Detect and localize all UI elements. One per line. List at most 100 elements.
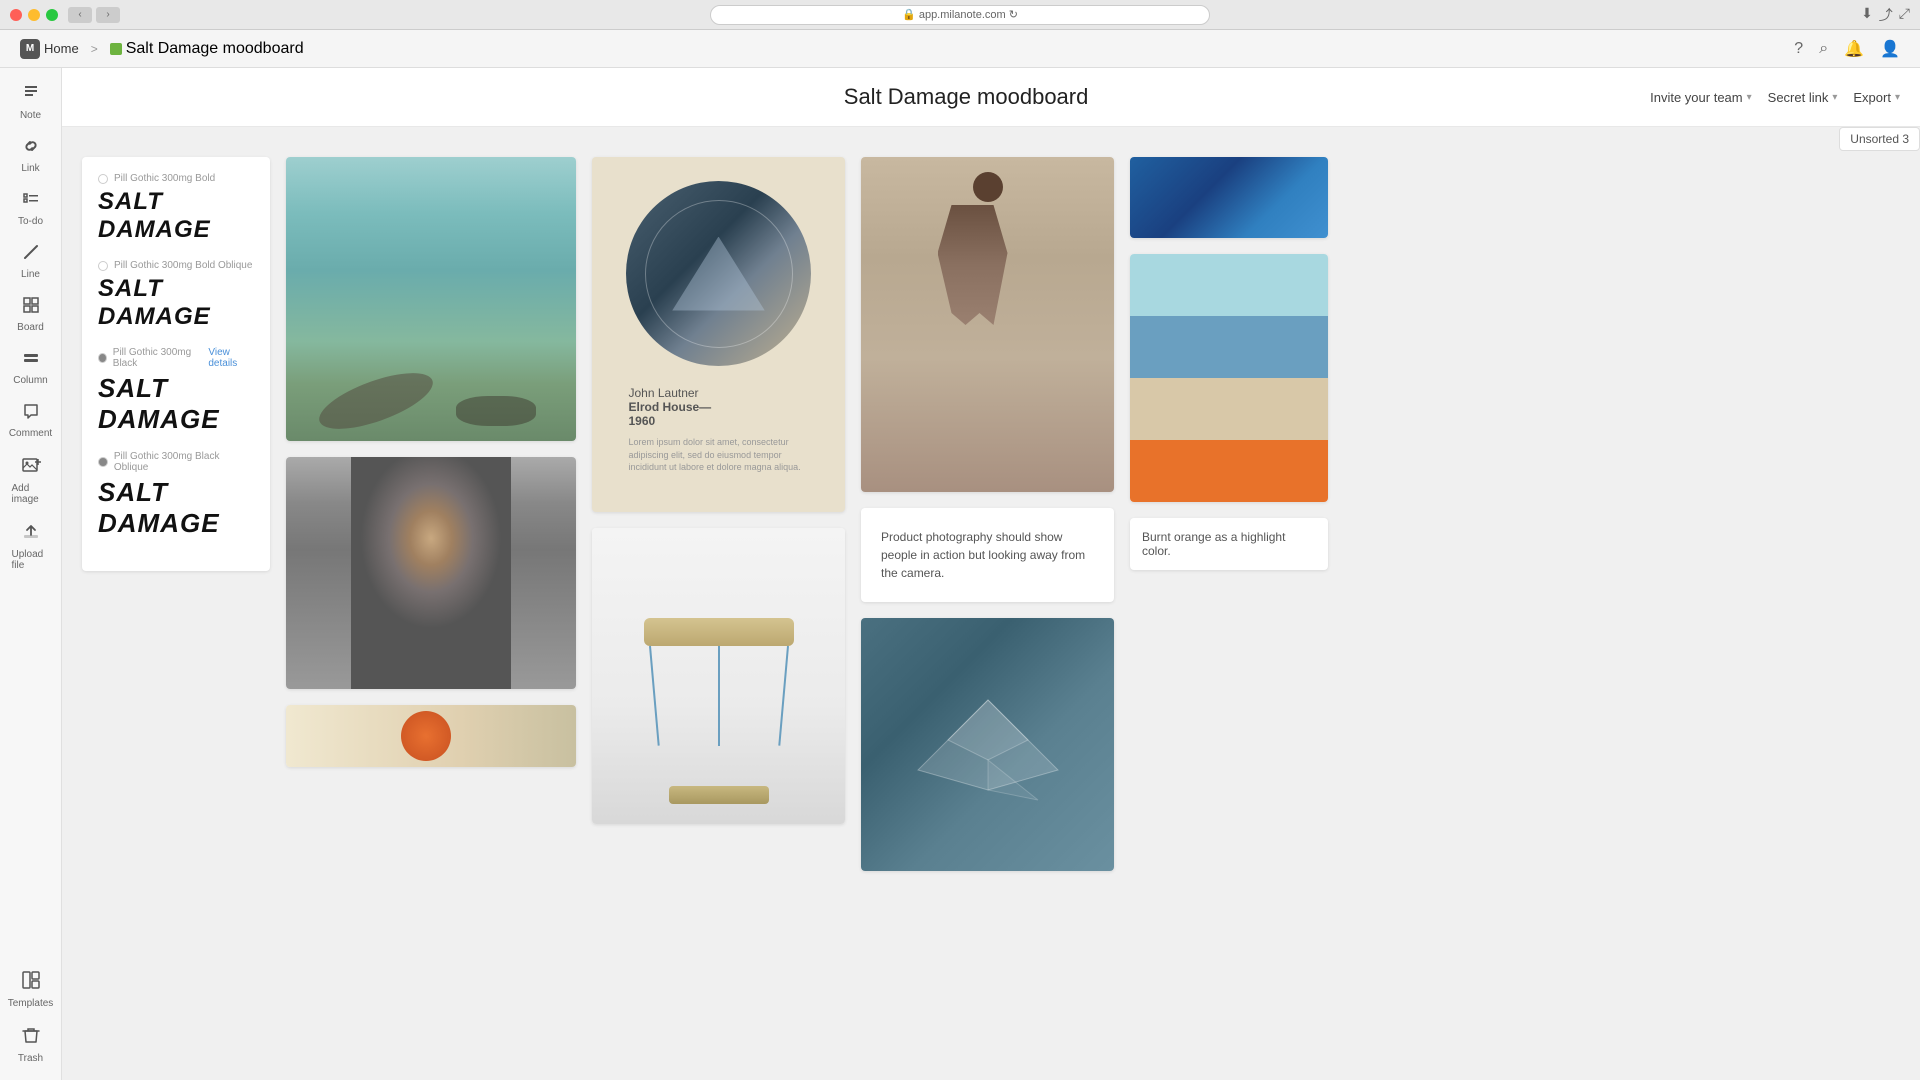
typo-black-oblique-row: Pill Gothic 300mg Black Oblique SALT DAM… bbox=[98, 451, 254, 539]
furniture-leg-1 bbox=[649, 646, 660, 746]
page-title: Salt Damage moodboard bbox=[282, 84, 1650, 110]
poster-name: John Lautner bbox=[629, 386, 809, 400]
typo-bold-oblique-text: SALT DAMAGE bbox=[98, 275, 254, 331]
view-details-link[interactable]: View details bbox=[208, 347, 254, 369]
board-label: Board bbox=[17, 322, 44, 333]
sidebar-item-comment[interactable]: Comment bbox=[4, 396, 58, 445]
download-icon[interactable]: ⬇ bbox=[1861, 5, 1873, 25]
sidebar-item-templates[interactable]: Templates bbox=[4, 964, 58, 1015]
help-icon[interactable]: ? bbox=[1794, 40, 1803, 58]
typo-black-row: Pill Gothic 300mg Black View details SAL… bbox=[98, 347, 254, 435]
sidebar-item-trash[interactable]: Trash bbox=[4, 1019, 58, 1070]
refresh-icon[interactable]: ↻ bbox=[1009, 8, 1018, 21]
skater-note-card[interactable]: Product photography should show people i… bbox=[861, 508, 1114, 602]
paper-bird-card[interactable] bbox=[861, 618, 1114, 871]
nav-buttons: ‹ › bbox=[68, 7, 120, 23]
sidebar-item-add-image[interactable]: Add image bbox=[4, 449, 58, 511]
tab-bar: M Home > Salt Damage moodboard ? ⌕ 🔔 👤 bbox=[0, 30, 1920, 68]
export-chevron-icon: ▾ bbox=[1895, 92, 1900, 103]
typography-card[interactable]: Pill Gothic 300mg Bold SALT DAMAGE Pill … bbox=[82, 157, 270, 571]
typo-black-text: SALT DAMAGE bbox=[98, 373, 254, 435]
moodboard-columns: Pill Gothic 300mg Bold SALT DAMAGE Pill … bbox=[82, 147, 1900, 871]
skater-figure bbox=[938, 172, 1038, 325]
invite-team-button[interactable]: Invite your team ▾ bbox=[1650, 90, 1752, 105]
typo-black-oblique-text: SALT DAMAGE bbox=[98, 477, 254, 539]
typo-bold-label: Pill Gothic 300mg Bold bbox=[98, 173, 254, 184]
woman-photo-card[interactable] bbox=[286, 457, 576, 689]
column-3: John Lautner Elrod House— 1960 Lorem ips… bbox=[592, 157, 845, 824]
skater-note-text: Product photography should show people i… bbox=[877, 524, 1098, 586]
templates-icon bbox=[21, 970, 41, 995]
typo-bold-row: Pill Gothic 300mg Bold SALT DAMAGE bbox=[98, 173, 254, 244]
sidebar-item-board[interactable]: Board bbox=[4, 290, 58, 339]
furniture-leg-3 bbox=[778, 646, 789, 746]
sidebar: Note Link To-do Line Board bbox=[0, 68, 62, 1080]
sidebar-item-line[interactable]: Line bbox=[4, 237, 58, 286]
palette-swatch-beige bbox=[1130, 378, 1328, 440]
typo-black-label: Pill Gothic 300mg Black View details bbox=[98, 347, 254, 369]
url-text: app.milanote.com bbox=[919, 9, 1006, 21]
close-button[interactable] bbox=[10, 9, 22, 21]
home-icon: M bbox=[20, 39, 40, 59]
secret-link-button[interactable]: Secret link ▾ bbox=[1768, 90, 1838, 105]
typo-bold-oblique-circle bbox=[98, 261, 108, 271]
poster-text-block: John Lautner Elrod House— 1960 Lorem ips… bbox=[629, 386, 809, 474]
address-bar[interactable]: 🔒 app.milanote.com ↻ bbox=[710, 5, 1210, 25]
sidebar-item-column[interactable]: Column bbox=[4, 343, 58, 392]
color-palette bbox=[1130, 254, 1328, 502]
sort-label[interactable]: Unsorted 3 bbox=[1839, 127, 1920, 151]
export-button[interactable]: Export ▾ bbox=[1853, 90, 1900, 105]
color-palette-card[interactable] bbox=[1130, 254, 1328, 502]
column-2 bbox=[286, 157, 576, 767]
poster-card[interactable]: John Lautner Elrod House— 1960 Lorem ips… bbox=[592, 157, 845, 512]
typo-black-circle bbox=[98, 353, 107, 363]
tab-bar-right: ? ⌕ 🔔 👤 bbox=[1794, 39, 1900, 59]
fullscreen-button[interactable] bbox=[46, 9, 58, 21]
furniture-card[interactable] bbox=[592, 528, 845, 824]
home-breadcrumb[interactable]: M Home bbox=[20, 39, 79, 59]
secret-link-chevron-icon: ▾ bbox=[1832, 92, 1837, 103]
traffic-lights bbox=[10, 9, 58, 21]
line-label: Line bbox=[21, 269, 40, 280]
skater-body bbox=[938, 205, 1008, 325]
typo-black-oblique-circle bbox=[98, 457, 108, 467]
notifications-icon[interactable]: 🔔 bbox=[1844, 39, 1864, 59]
paper-bird-shape bbox=[898, 680, 1078, 810]
skater-photo-card[interactable] bbox=[861, 157, 1114, 492]
minimize-button[interactable] bbox=[28, 9, 40, 21]
invite-chevron-icon: ▾ bbox=[1747, 92, 1752, 103]
blue-ocean-card[interactable] bbox=[1130, 157, 1328, 238]
furniture-top bbox=[644, 618, 794, 646]
expand-icon[interactable]: ⤢ bbox=[1899, 5, 1910, 25]
app-layout: Note Link To-do Line Board bbox=[0, 68, 1920, 1080]
trash-label: Trash bbox=[18, 1053, 43, 1064]
share-icon[interactable]: ⤴ bbox=[1879, 5, 1893, 25]
profile-icon[interactable]: 👤 bbox=[1880, 39, 1900, 59]
sort-button[interactable]: Unsorted 3 bbox=[1839, 127, 1920, 151]
search-icon[interactable]: ⌕ bbox=[1819, 40, 1828, 58]
add-image-icon bbox=[21, 455, 41, 480]
typo-bold-circle bbox=[98, 174, 108, 184]
sidebar-item-note[interactable]: Note bbox=[4, 78, 58, 127]
templates-label: Templates bbox=[8, 998, 54, 1009]
todo-label: To-do bbox=[18, 216, 43, 227]
skater-head bbox=[973, 172, 1003, 202]
woman-image bbox=[286, 457, 576, 689]
main-content: Salt Damage moodboard Invite your team ▾… bbox=[62, 68, 1920, 1080]
note-icon bbox=[22, 84, 40, 107]
forward-button[interactable]: › bbox=[96, 7, 120, 23]
back-button[interactable]: ‹ bbox=[68, 7, 92, 23]
palette-swatch-orange bbox=[1130, 440, 1328, 502]
skater-image bbox=[861, 157, 1114, 492]
coastal-image-card[interactable] bbox=[286, 157, 576, 441]
link-label: Link bbox=[21, 163, 39, 174]
color-note-card[interactable]: Burnt orange as a highlight color. bbox=[1130, 518, 1328, 570]
sidebar-item-link[interactable]: Link bbox=[4, 131, 58, 180]
magazine-circle bbox=[401, 711, 451, 761]
magazine-card[interactable] bbox=[286, 705, 576, 767]
furniture-leg-2 bbox=[718, 646, 720, 746]
sidebar-item-upload[interactable]: Upload file bbox=[4, 515, 58, 577]
column-label: Column bbox=[13, 375, 47, 386]
moodboard-canvas[interactable]: Unsorted 3 Pill Gothic 300mg Bold SALT D… bbox=[62, 127, 1920, 1080]
sidebar-item-todo[interactable]: To-do bbox=[4, 184, 58, 233]
